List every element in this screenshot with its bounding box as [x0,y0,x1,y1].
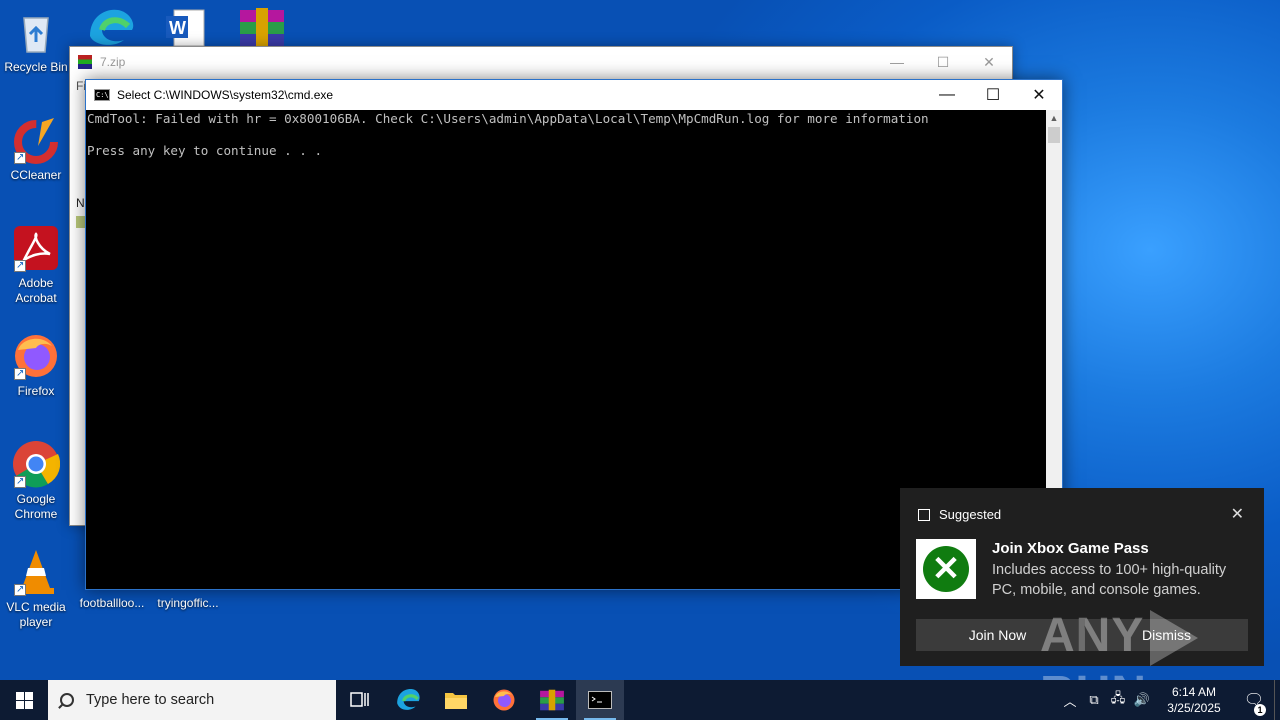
adobe-acrobat-icon [12,224,60,273]
xbox-logo-icon: ✕ [916,539,976,599]
close-icon[interactable]: ✕ [1231,504,1244,524]
winrar-desktop-icon[interactable] [238,8,286,46]
desktop-icon-label: Adobe Acrobat [15,276,57,305]
folder-icon [445,693,467,709]
toast-body: Includes access to 100+ high-quality PC,… [992,562,1227,598]
system-tray: ︿ ⧉ 🖧 🔊 6:14 AM 3/25/2025 🗨 1 [1058,680,1280,720]
desktop-icon-label: Google Chrome [14,492,58,521]
taskbar-edge[interactable] [384,680,432,720]
taskbar-winrar[interactable] [528,680,576,720]
desktop-icon-label: footballloo... [79,596,145,610]
shortcut-arrow-icon [14,582,26,597]
taskbar-file-explorer[interactable] [432,680,480,720]
show-desktop-button[interactable] [1274,680,1280,720]
shortcut-arrow-icon [14,474,26,489]
minimize-button[interactable]: — [874,47,920,77]
desktop-icon-vlc[interactable]: VLC media player [0,548,72,630]
desktop-icon-label: VLC media player [6,600,66,629]
task-view-icon [350,692,369,707]
cmd-icon [588,691,612,709]
network-icon[interactable]: 🖧 [1106,689,1130,711]
taskbar: Type here to search ︿ ⧉ 🖧 🔊 6:14 AM 3/25… [0,680,1280,720]
cmd-icon: C:\ [94,89,110,101]
archive-window-title: 7.zip [100,55,126,69]
play-icon [1150,610,1199,667]
desktop-icon-file-trying[interactable]: tryingoffic... [150,590,226,611]
ccleaner-icon [12,116,60,165]
search-placeholder: Type here to search [86,692,215,708]
scroll-up-arrow-icon[interactable]: ▲ [1046,110,1062,126]
desktop-icon-adobe-acrobat[interactable]: Adobe Acrobat [0,224,72,306]
desktop-icon-google-chrome[interactable]: Google Chrome [0,440,72,522]
cmd-window-title: Select C:\WINDOWS\system32\cmd.exe [117,88,334,102]
chrome-icon [12,440,61,489]
notification-count-badge: 1 [1254,704,1266,716]
toast-title: Join Xbox Game Pass [992,540,1149,557]
shortcut-arrow-icon [14,366,26,381]
maximize-button[interactable]: ☐ [970,80,1016,110]
clock[interactable]: 6:14 AM 3/25/2025 [1154,684,1234,716]
firefox-icon [12,332,60,381]
task-view-button[interactable] [336,680,384,720]
action-center-button[interactable]: 🗨 1 [1234,690,1274,716]
firefox-icon [493,689,515,711]
taskbar-cmd[interactable] [576,680,624,720]
taskbar-search-box[interactable]: Type here to search [48,680,336,720]
desktop-icon-firefox[interactable]: Firefox [0,332,72,399]
desktop-icon-recycle-bin[interactable]: Recycle Bin [0,8,72,75]
close-button[interactable]: ✕ [1016,80,1062,110]
desktop-icon-file-football[interactable]: footballloo... [74,590,150,611]
desktop-icon-label: CCleaner [10,168,62,182]
scrollbar-thumb[interactable] [1048,127,1060,143]
close-button[interactable]: ✕ [966,47,1012,77]
desktop-icon-label: tryingoffic... [157,596,219,610]
toast-header: Suggested [939,507,1002,522]
suggested-icon [918,508,930,521]
start-button[interactable] [0,680,48,720]
word-desktop-icon[interactable]: W [166,8,206,47]
edge-desktop-icon[interactable] [88,6,136,46]
taskbar-firefox[interactable] [480,680,528,720]
winrar-icon [78,55,92,69]
edge-icon [397,689,420,710]
console-line: Press any key to continue . . . [87,143,323,158]
desktop-icon-label: Firefox [17,384,55,398]
console-line: CmdTool: Failed with hr = 0x800106BA. Ch… [87,111,929,126]
vlc-cone-icon [12,548,60,597]
search-icon [60,693,74,707]
desktop-icon-label: Recycle Bin [4,60,68,74]
clock-time: 6:14 AM [1171,685,1217,699]
minimize-button[interactable]: — [924,80,970,110]
shortcut-arrow-icon [14,150,26,165]
winrar-icon [540,689,564,711]
shortcut-arrow-icon [14,258,26,273]
chevron-up-icon[interactable]: ︿ [1058,691,1082,710]
maximize-button[interactable]: ☐ [920,47,966,77]
clock-date: 3/25/2025 [1167,701,1221,715]
volume-icon[interactable]: 🔊 [1130,692,1154,708]
windows-logo-icon [15,691,33,709]
svg-text:W: W [169,18,186,38]
recycle-bin-icon [12,8,60,56]
device-icon[interactable]: ⧉ [1082,692,1106,708]
desktop-icon-ccleaner[interactable]: CCleaner [0,116,72,183]
